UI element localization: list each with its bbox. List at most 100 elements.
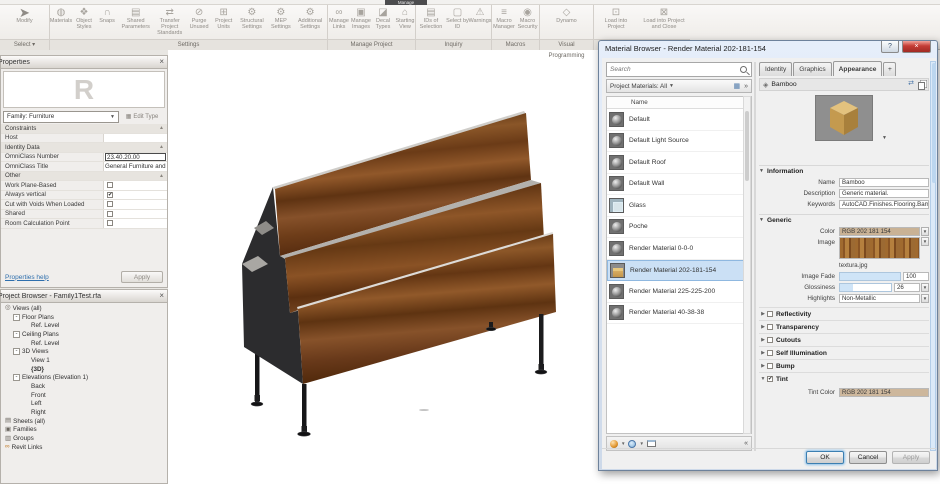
close-icon[interactable]: × [159,58,164,66]
cutouts-section[interactable]: ▶ Cutouts [759,333,929,346]
appearance-scrollbar[interactable] [930,61,936,451]
material-library-icon[interactable] [628,440,636,448]
material-row[interactable]: Default Roof [607,152,751,174]
material-row[interactable]: Render Material 225-225-200 [607,281,751,303]
section-row[interactable]: Constraints▲ [1,124,167,134]
open-editor-icon[interactable] [647,440,656,447]
checkbox-row[interactable]: Room Calculation Point [1,219,167,229]
chevron-down-icon[interactable]: ▼ [921,294,929,303]
list-scrollbar[interactable] [743,96,751,434]
warnings-button[interactable]: ⚠Warnings [469,6,491,25]
transfer-project-standards-button[interactable]: ⇄Transfer Project Standards [153,6,186,37]
checkbox[interactable] [767,337,773,343]
tree-item[interactable]: -Elevations (Elevation 1) [3,374,167,383]
tree-item[interactable]: Ref. Level [3,339,167,348]
checkbox[interactable] [767,363,773,369]
swap-asset-icon[interactable]: ⇄ [908,80,914,90]
checkbox-row[interactable]: Always vertical✔ [1,191,167,201]
bump-section[interactable]: ▶ Bump [759,359,929,372]
section-collapse-icon[interactable]: ▲ [159,173,167,179]
pane-splitter[interactable] [754,62,756,451]
properties-help-link[interactable]: Properties help [5,274,49,281]
type-selector[interactable]: Family: Furniture ▼ [3,111,119,123]
tree-item[interactable]: Ref. Level [3,321,167,330]
materials-button[interactable]: ◍Materials [50,6,72,25]
search-input[interactable] [607,66,740,73]
close-icon[interactable]: × [159,292,164,300]
tab-identity[interactable]: Identity [759,62,792,76]
checkbox[interactable] [767,350,773,356]
material-row[interactable]: Glass [607,195,751,217]
material-row-selected[interactable]: Render Material 202-181-154 [607,260,751,282]
collapse-pane-icon[interactable]: « [744,440,748,447]
project-browser-header[interactable]: Project Browser - Family1Test.rfa × [1,290,167,303]
material-row[interactable]: Default [607,109,751,131]
tree-item[interactable]: View 1 [3,356,167,365]
tree-item[interactable]: ▤Sheets (all) [3,417,167,426]
snaps-button[interactable]: ∩Snaps [96,6,118,25]
checkbox-row[interactable]: Shared [1,210,167,220]
modify-button[interactable]: ➤ Modify [8,6,42,25]
glossiness-options-icon[interactable]: ▼ [921,283,929,292]
select-by-id-button[interactable]: ▢Select by ID [446,6,469,31]
generic-section-header[interactable]: ▼ Generic [759,214,929,225]
material-row[interactable]: Render Material 40-38-38 [607,303,751,325]
add-tab-button[interactable]: + [883,62,896,76]
tint-color-swatch[interactable]: RGB 202 181 154 [839,388,929,397]
information-section-header[interactable]: ▼ Information [759,165,929,176]
checkbox[interactable] [107,182,113,188]
chevron-down-icon[interactable]: ▼ [639,441,643,446]
collapse-icon[interactable]: - [13,314,20,321]
material-row[interactable]: Default Wall [607,174,751,196]
omniclass-number-input[interactable]: 23.40.20.00 [105,153,166,161]
section-collapse-icon[interactable]: ▲ [159,144,167,150]
tree-item[interactable]: Back [3,382,167,391]
texture-image[interactable] [839,237,920,259]
self-illumination-section[interactable]: ▶ Self Illumination [759,346,929,359]
color-options-icon[interactable]: ▼ [921,227,929,236]
preview-options-icon[interactable]: ▼ [882,135,887,141]
material-filter-bar[interactable]: Project Materials: All ▼ ▦ » [606,79,752,93]
macro-security-button[interactable]: ◉Macro Security [516,6,539,31]
tree-item[interactable]: ▣Families [3,426,167,435]
ok-button[interactable]: OK [806,451,844,464]
material-preview-swatch[interactable] [815,95,873,141]
apply-button[interactable]: Apply [892,451,930,464]
shared-parameters-button[interactable]: ▤Shared Parameters [118,6,153,31]
close-button[interactable]: × [902,41,931,53]
image-fade-slider[interactable] [839,272,901,281]
tree-item[interactable]: -Floor Plans [3,313,167,322]
param-row[interactable]: Host [1,134,167,144]
section-row[interactable]: Other▲ [1,172,167,182]
create-material-icon[interactable] [610,440,618,448]
search-icon[interactable] [740,66,747,73]
checkbox-row[interactable]: Cut with Voids When Loaded [1,200,167,210]
tree-item[interactable]: ◎Views (all) [3,304,167,313]
select-group-label[interactable]: Select ▾ [0,39,49,50]
chevron-down-icon[interactable]: ▼ [621,441,625,446]
tree-item[interactable]: Left [3,400,167,409]
image-fade-value[interactable]: 100 [903,272,929,281]
material-row[interactable]: Render Material 0-0-0 [607,238,751,260]
properties-header[interactable]: Properties × [1,56,167,69]
tree-item[interactable]: ∞Revit Links [3,443,167,452]
macro-manager-button[interactable]: ≡Macro Manager [492,6,516,31]
keywords-field[interactable]: AutoCAD.Finishes.Flooring.Bambo... [839,200,929,209]
decal-types-button[interactable]: ◪Decal Types [372,6,394,31]
checkbox[interactable] [107,201,113,207]
tree-item[interactable]: Right [3,408,167,417]
tree-item[interactable]: ▥Groups [3,434,167,443]
apply-button[interactable]: Apply [121,271,163,283]
expand-pane-icon[interactable]: » [744,83,748,90]
section-row[interactable]: Identity Data▲ [1,143,167,153]
edit-type-button[interactable]: ▦ Edit Type [119,113,165,120]
transparency-section[interactable]: ▶ Transparency [759,320,929,333]
tree-item[interactable]: -Ceiling Plans [3,330,167,339]
name-field[interactable]: Bamboo [839,178,929,187]
collapse-icon[interactable]: - [13,348,20,355]
material-row[interactable]: Poche [607,217,751,239]
checkbox[interactable]: ✔ [767,376,773,382]
checkbox-row[interactable]: Work Plane-Based [1,181,167,191]
additional-settings-button[interactable]: ⚙Additional Settings [293,6,327,31]
checkbox[interactable] [107,220,113,226]
